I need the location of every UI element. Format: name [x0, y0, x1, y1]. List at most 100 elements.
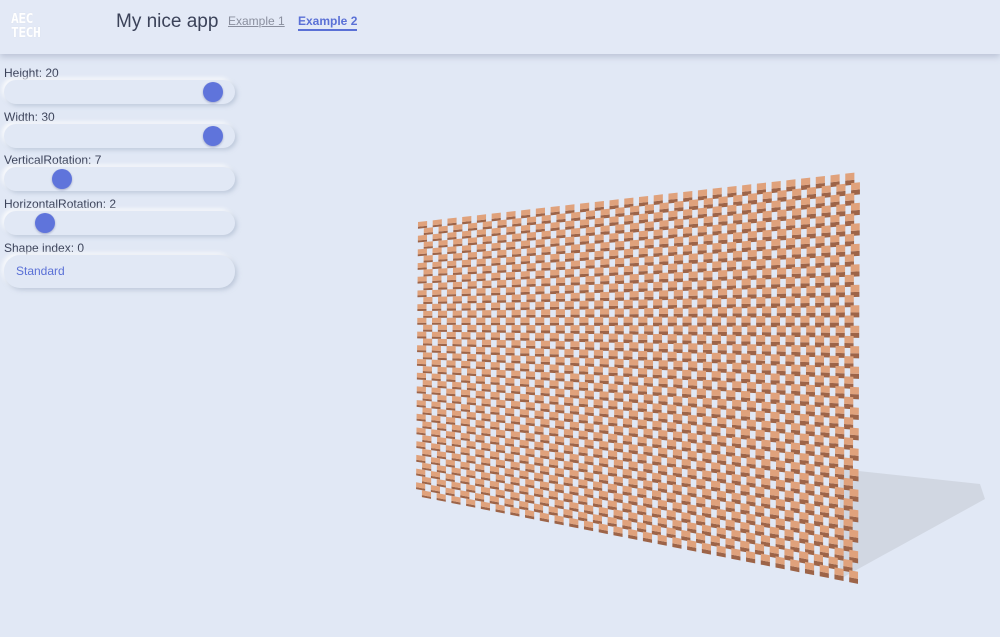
brick	[520, 224, 531, 231]
brick	[659, 290, 669, 297]
brick	[467, 237, 478, 244]
brick	[806, 305, 816, 313]
brick	[819, 524, 830, 534]
brick	[784, 432, 795, 440]
nav-example-2[interactable]: Example 2	[298, 14, 358, 31]
horizontal-rotation-slider[interactable]	[4, 211, 235, 235]
brick	[467, 339, 477, 345]
brick	[609, 199, 619, 207]
brick	[799, 433, 809, 442]
brick	[830, 194, 840, 203]
brick	[702, 361, 713, 369]
vertical-rotation-slider[interactable]	[4, 167, 235, 191]
brick	[644, 273, 654, 280]
brick	[417, 220, 428, 227]
brick	[740, 484, 750, 493]
brick	[740, 409, 751, 417]
brick	[490, 362, 500, 368]
brick	[703, 215, 713, 224]
width-slider[interactable]	[4, 124, 235, 148]
brick	[756, 296, 766, 304]
brick-side	[467, 344, 477, 347]
brick	[520, 332, 530, 339]
brick	[511, 324, 521, 331]
brick	[755, 391, 765, 399]
brick	[593, 431, 603, 439]
brick-side	[491, 307, 501, 311]
brick	[579, 235, 590, 242]
brick	[741, 316, 751, 323]
brick	[550, 237, 560, 244]
brick	[820, 405, 830, 413]
height-slider-thumb[interactable]	[202, 82, 223, 102]
brick	[431, 345, 441, 351]
brick	[638, 316, 648, 323]
brick	[506, 241, 516, 248]
horizontal-rotation-slider-thumb[interactable]	[34, 213, 55, 233]
brick	[716, 472, 727, 480]
brick	[555, 420, 565, 427]
brick	[622, 434, 633, 442]
vertical-rotation-label: VerticalRotation: 7	[4, 153, 102, 167]
brick	[830, 255, 840, 263]
brick	[806, 246, 816, 254]
brick	[800, 217, 811, 225]
brick	[599, 424, 609, 431]
brick	[629, 308, 639, 315]
brick	[652, 455, 662, 463]
width-slider-thumb[interactable]	[202, 126, 223, 146]
brick	[821, 185, 831, 194]
brick	[608, 383, 618, 390]
brick	[800, 335, 810, 343]
brick	[761, 477, 771, 486]
brick	[644, 342, 654, 349]
brick-side	[482, 330, 492, 333]
brick	[599, 358, 609, 365]
brick	[579, 365, 589, 372]
brick	[776, 383, 786, 391]
3d-viewport[interactable]	[240, 54, 1000, 637]
brick	[481, 413, 491, 420]
brick	[653, 211, 663, 219]
brick	[806, 186, 817, 195]
brick	[452, 367, 462, 374]
brick	[431, 317, 442, 323]
brick	[466, 426, 476, 433]
brick	[742, 184, 752, 192]
brick	[806, 345, 816, 353]
brick	[800, 197, 811, 206]
brick	[712, 187, 722, 196]
brick	[741, 259, 751, 267]
brick	[519, 409, 529, 416]
vertical-rotation-slider-thumb[interactable]	[51, 169, 72, 189]
brick	[687, 414, 697, 422]
brick	[534, 394, 544, 401]
brick	[761, 439, 771, 448]
height-slider[interactable]	[4, 80, 235, 104]
brick	[799, 492, 809, 501]
brick	[476, 214, 487, 221]
brick	[416, 386, 426, 392]
brick	[452, 281, 463, 288]
brick	[461, 346, 471, 352]
brick	[593, 382, 603, 389]
brick	[584, 406, 594, 414]
brick	[549, 348, 559, 355]
brick	[746, 456, 756, 465]
nav-example-1[interactable]: Example 1	[228, 14, 285, 28]
brick	[629, 291, 639, 298]
brick	[835, 285, 846, 293]
brick	[534, 379, 544, 386]
brick	[491, 242, 501, 249]
brick	[805, 404, 815, 412]
brick	[843, 498, 853, 507]
brick	[481, 398, 491, 405]
shape-standard-button[interactable]: Standard	[4, 255, 235, 288]
brick	[850, 264, 860, 272]
brick	[830, 214, 840, 223]
brick	[769, 507, 780, 516]
brick	[438, 239, 448, 246]
brick-side	[423, 343, 433, 346]
brick	[638, 264, 648, 272]
aec-tech-logo[interactable]: AEC TECH	[11, 13, 45, 45]
